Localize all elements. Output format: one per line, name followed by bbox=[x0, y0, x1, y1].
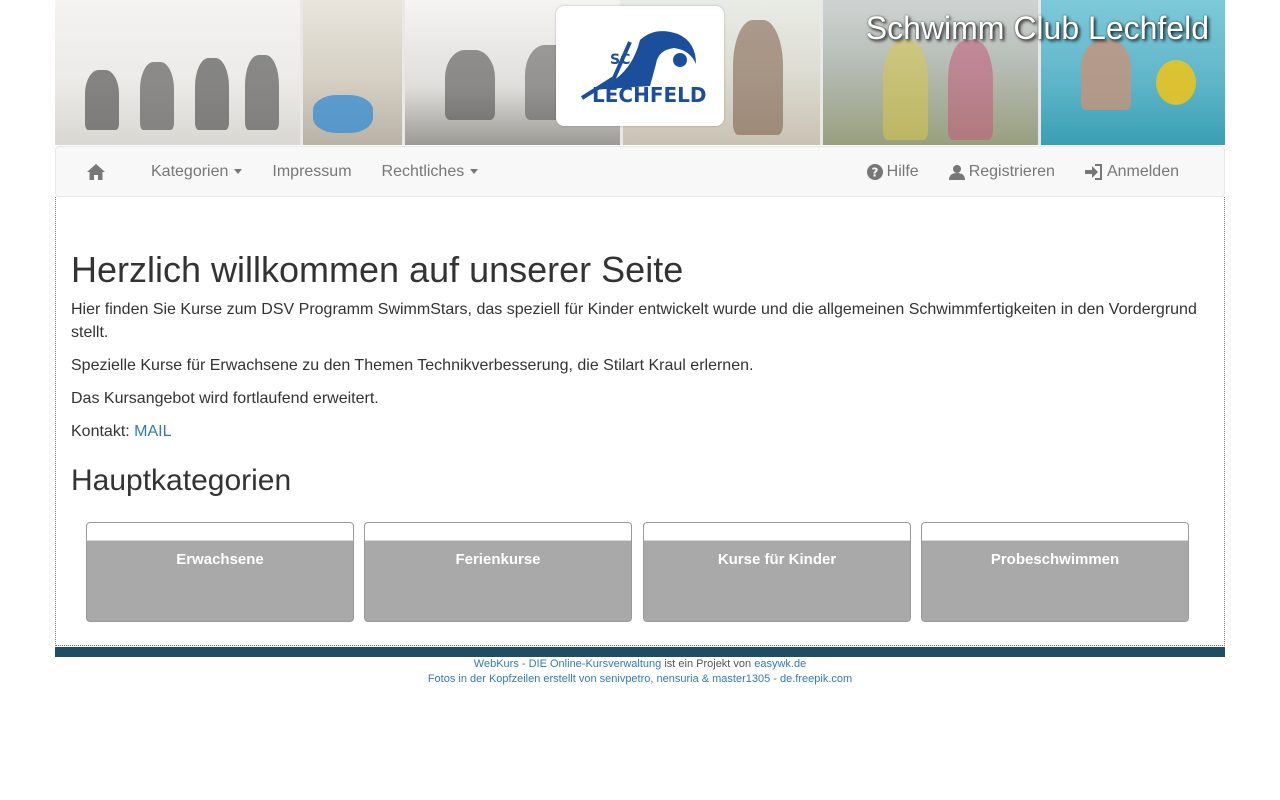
caret-down-icon bbox=[234, 169, 243, 174]
question-circle-icon: ? bbox=[866, 163, 883, 180]
category-card-erwachsene[interactable]: Erwachsene bbox=[86, 522, 354, 622]
footer-bar bbox=[55, 647, 1225, 657]
sign-in-icon bbox=[1084, 163, 1103, 180]
nav-kategorien-label: Kategorien bbox=[151, 162, 229, 180]
swimmer-logo-icon: SC LECHFELD bbox=[580, 31, 707, 107]
category-label: Ferienkurse bbox=[455, 551, 541, 568]
category-card-probeschwimmen[interactable]: Probeschwimmen bbox=[921, 522, 1189, 622]
nav-registrieren-label: Registrieren bbox=[968, 162, 1055, 180]
category-label: Erwachsene bbox=[176, 551, 264, 568]
contact-label: Kontakt: bbox=[71, 423, 135, 440]
nav-kategorien-dropdown[interactable]: Kategorien bbox=[136, 147, 257, 196]
home-icon bbox=[87, 163, 105, 180]
adults-paragraph: Spezielle Kurse für Erwachsene zu den Th… bbox=[71, 357, 754, 374]
nav-anmelden[interactable]: Anmelden bbox=[1070, 147, 1194, 196]
category-label: Kurse für Kinder bbox=[717, 551, 837, 568]
nav-impressum[interactable]: Impressum bbox=[257, 147, 366, 196]
nav-impressum-label: Impressum bbox=[272, 162, 352, 180]
webkurs-link[interactable]: WebKurs - DIE Online-Kursverwaltung bbox=[474, 658, 661, 670]
categories-heading: Hauptkategorien bbox=[71, 464, 292, 497]
nav-home[interactable] bbox=[56, 147, 136, 196]
page-title: Herzlich willkommen auf unserer Seite bbox=[71, 249, 684, 290]
svg-text:?: ? bbox=[871, 165, 878, 179]
page-wrapper: SC LECHFELD Schwimm Club Lechfeld Katego… bbox=[55, 0, 1225, 685]
nav-anmelden-label: Anmelden bbox=[1106, 162, 1179, 180]
club-logo[interactable]: SC LECHFELD bbox=[556, 6, 724, 126]
nav-registrieren[interactable]: Registrieren bbox=[934, 147, 1070, 196]
contact-paragraph: Kontakt: MAIL bbox=[71, 420, 1211, 443]
category-label: Probeschwimmen bbox=[990, 551, 1120, 568]
logo-text-top: SC bbox=[610, 52, 630, 68]
logo-text-bottom: LECHFELD bbox=[592, 83, 707, 107]
easywk-link[interactable]: easywk.de bbox=[754, 658, 806, 670]
header-banner: SC LECHFELD Schwimm Club Lechfeld bbox=[55, 0, 1225, 145]
category-cards: Erwachsene Ferienkurse Kurse für Kinder … bbox=[86, 522, 1191, 622]
category-card-kurse-fuer-kinder[interactable]: Kurse für Kinder bbox=[643, 522, 911, 622]
nav-rechtliches-dropdown[interactable]: Rechtliches bbox=[367, 147, 494, 196]
banner-photo-yoga bbox=[55, 0, 300, 145]
footer-project-text: ist ein Projekt von bbox=[661, 658, 755, 670]
photo-credits-link[interactable]: Fotos in der Kopfzeilen erstellt von sen… bbox=[428, 673, 852, 685]
offer-paragraph: Das Kursangebot wird fortlaufend erweite… bbox=[71, 390, 379, 407]
intro-paragraph: Hier finden Sie Kurse zum DSV Programm S… bbox=[71, 301, 1197, 341]
nav-hilfe-label: Hilfe bbox=[886, 162, 919, 180]
main-content: Herzlich willkommen auf unserer Seite Hi… bbox=[55, 197, 1225, 646]
nav-rechtliches-label: Rechtliches bbox=[381, 162, 465, 180]
contact-mail-link[interactable]: MAIL bbox=[134, 423, 171, 440]
category-card-ferienkurse[interactable]: Ferienkurse bbox=[364, 522, 632, 622]
user-icon bbox=[948, 164, 965, 180]
main-navbar: Kategorien Impressum Rechtliches ? Hilfe bbox=[55, 146, 1225, 197]
footer-line-1: WebKurs - DIE Online-Kursverwaltung ist … bbox=[55, 658, 1225, 670]
site-title: Schwimm Club Lechfeld bbox=[865, 10, 1209, 46]
nav-hilfe[interactable]: ? Hilfe bbox=[852, 147, 934, 196]
caret-down-icon bbox=[470, 169, 479, 174]
banner-photo-running bbox=[300, 0, 402, 145]
footer-line-2: Fotos in der Kopfzeilen erstellt von sen… bbox=[55, 673, 1225, 685]
